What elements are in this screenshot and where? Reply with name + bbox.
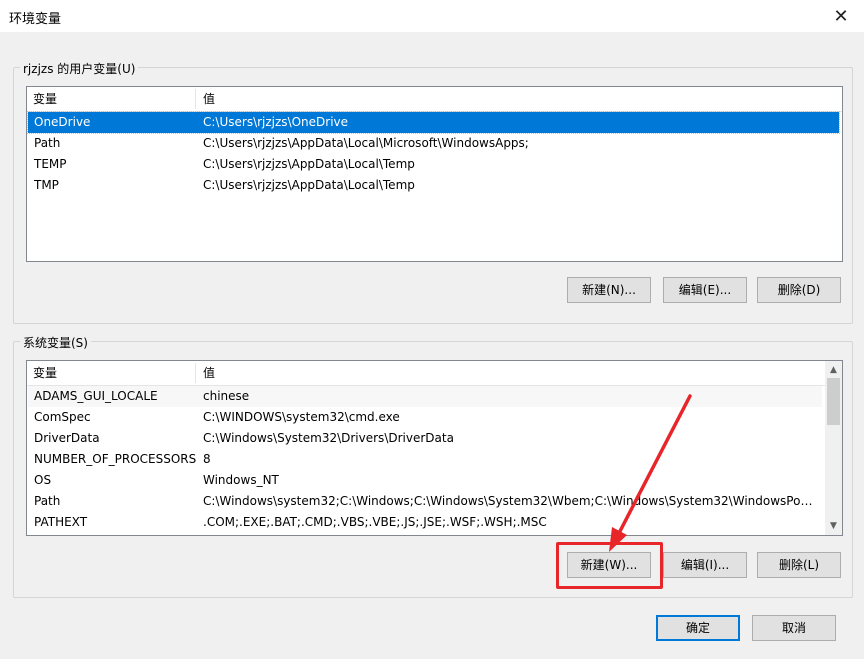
close-icon: ✕ — [833, 5, 849, 27]
variable-value: Windows_NT — [203, 473, 279, 487]
variable-value: 8 — [203, 452, 211, 466]
variable-name: OS — [34, 473, 52, 487]
variable-value: C:\Users\rjzjzs\AppData\Local\Temp — [203, 178, 415, 192]
variable-value: C:\Windows\system32;C:\Windows;C:\Window… — [203, 494, 818, 508]
column-header-value[interactable]: 值 — [197, 87, 215, 111]
column-header-variable[interactable]: 变量 — [27, 361, 57, 385]
variable-name: Path — [34, 494, 61, 508]
user-delete-button[interactable]: 删除(D) — [757, 277, 841, 303]
variable-value: C:\Windows\System32\Drivers\DriverData — [203, 431, 454, 445]
system-variables-list[interactable]: 变量 值 ADAMS_GUI_LOCALE chinese ComSpec C:… — [26, 360, 843, 536]
scroll-down-arrow-icon[interactable]: ▼ — [825, 517, 842, 534]
user-var-row-tmp[interactable]: TMP C:\Users\rjzjzs\AppData\Local\Temp — [28, 175, 839, 196]
ok-button[interactable]: 确定 — [656, 615, 740, 641]
variable-value: C:\Users\rjzjzs\AppData\Local\Temp — [203, 157, 415, 171]
system-variables-label: 系统变量(S) — [20, 334, 91, 351]
variable-value: C:\Users\rjzjzs\OneDrive — [203, 115, 349, 129]
title-bar: 环境变量 ✕ — [0, 0, 864, 32]
system-edit-button[interactable]: 编辑(I)... — [663, 552, 747, 578]
system-delete-button[interactable]: 删除(L) — [757, 552, 841, 578]
column-header-variable[interactable]: 变量 — [27, 87, 57, 111]
scrollbar-thumb[interactable] — [827, 378, 840, 425]
variable-name: TEMP — [34, 157, 67, 171]
column-separator[interactable] — [195, 363, 196, 383]
variable-name: ADAMS_GUI_LOCALE — [34, 389, 158, 403]
variable-value: .COM;.EXE;.BAT;.CMD;.VBS;.VBE;.JS;.JSE;.… — [203, 515, 547, 529]
variable-value: C:\Users\rjzjzs\AppData\Local\Microsoft\… — [203, 136, 529, 150]
variable-value: C:\WINDOWS\system32\cmd.exe — [203, 410, 400, 424]
variable-name: OneDrive — [34, 115, 91, 129]
variable-name: TMP — [34, 178, 59, 192]
system-var-row[interactable]: ADAMS_GUI_LOCALE chinese — [28, 386, 822, 407]
column-separator[interactable] — [195, 89, 196, 109]
variable-name: Path — [34, 136, 61, 150]
window-title: 环境变量 — [9, 12, 62, 27]
variable-name: ComSpec — [34, 410, 91, 424]
user-new-button[interactable]: 新建(N)... — [567, 277, 651, 303]
system-var-row[interactable]: ComSpec C:\WINDOWS\system32\cmd.exe — [28, 407, 822, 428]
system-variables-scrollbar[interactable]: ▲ ▼ — [825, 361, 842, 535]
variable-value: chinese — [203, 389, 250, 403]
variable-name: NUMBER_OF_PROCESSORS — [34, 452, 197, 466]
user-var-row-onedrive[interactable]: OneDrive C:\Users\rjzjzs\OneDrive — [27, 111, 840, 134]
scroll-up-arrow-icon[interactable]: ▲ — [825, 361, 842, 378]
variable-name: DriverData — [34, 431, 100, 445]
annotation-highlight-box — [556, 542, 663, 589]
variable-name: PATHEXT — [34, 515, 88, 529]
system-var-row[interactable]: OS Windows_NT — [28, 470, 822, 491]
system-var-row[interactable]: DriverData C:\Windows\System32\Drivers\D… — [28, 428, 822, 449]
user-var-row-path[interactable]: Path C:\Users\rjzjzs\AppData\Local\Micro… — [28, 133, 839, 154]
user-var-row-temp[interactable]: TEMP C:\Users\rjzjzs\AppData\Local\Temp — [28, 154, 839, 175]
close-button[interactable]: ✕ — [818, 0, 864, 32]
column-header-value[interactable]: 值 — [197, 361, 215, 385]
system-var-row[interactable]: PATHEXT .COM;.EXE;.BAT;.CMD;.VBS;.VBE;.J… — [28, 512, 822, 533]
user-variables-label: rjzjzs 的用户变量(U) — [20, 60, 139, 77]
system-var-row[interactable]: NUMBER_OF_PROCESSORS 8 — [28, 449, 822, 470]
user-variables-list[interactable]: 变量 值 OneDrive C:\Users\rjzjzs\OneDrive P… — [26, 86, 843, 262]
user-variables-header: 变量 值 — [27, 87, 842, 112]
system-variables-header: 变量 值 — [27, 361, 825, 386]
cancel-button[interactable]: 取消 — [752, 615, 836, 641]
system-var-row[interactable]: Path C:\Windows\system32;C:\Windows;C:\W… — [28, 491, 822, 512]
user-edit-button[interactable]: 编辑(E)... — [663, 277, 747, 303]
